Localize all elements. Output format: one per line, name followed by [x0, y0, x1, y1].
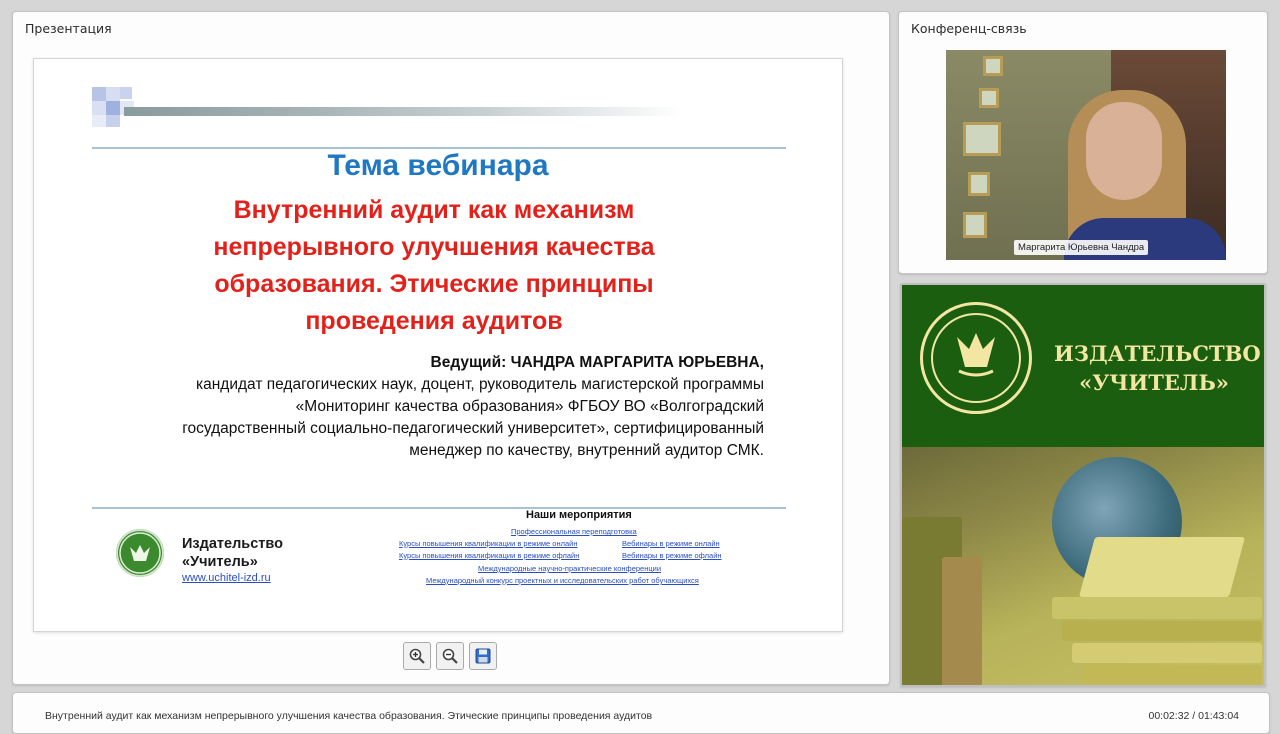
zoom-in-button[interactable]	[403, 642, 431, 670]
video-feed[interactable]: Маргарита Юрьевна Чандра	[946, 50, 1226, 260]
slide-title: Внутренний аудит как механизм непрерывно…	[213, 196, 655, 335]
zoom-out-icon	[442, 648, 458, 664]
event-link-courses-online[interactable]: Курсы повышения квалификации в режиме он…	[399, 539, 578, 548]
conference-panel: Конференц-связь Маргарита Юрьевна Чандра	[898, 11, 1268, 274]
conference-panel-title: Конференц-связь	[911, 21, 1027, 36]
presentation-panel-title: Презентация	[25, 21, 112, 36]
event-link-webinars-offline[interactable]: Вебинары в режиме офлайн	[622, 551, 722, 560]
publisher-banner-title: ИЗДАТЕЛЬСТВО «УЧИТЕЛЬ»	[1054, 341, 1261, 395]
slide-divider-bottom	[92, 507, 786, 509]
webinar-title: Внутренний аудит как механизм непрерывно…	[45, 710, 653, 722]
event-link-contest[interactable]: Международный конкурс проектных и исслед…	[426, 576, 699, 585]
publisher-emblem-icon	[920, 302, 1032, 414]
slide: Тема вебинара Внутренний аудит как механ…	[33, 58, 843, 632]
zoom-out-button[interactable]	[436, 642, 464, 670]
playback-time: 00:02:32 / 01:43:04	[1148, 710, 1240, 722]
event-link-webinars-online[interactable]: Вебинары в режиме онлайн	[622, 539, 720, 548]
participant-name-label: Маргарита Юрьевна Чандра	[1014, 240, 1149, 255]
slide-topic: Тема вебинара	[327, 149, 549, 182]
save-icon	[475, 648, 491, 664]
books-globe-image	[902, 447, 1264, 685]
event-link-prof[interactable]: Профессиональная переподготовка	[511, 527, 637, 536]
publisher-logo-icon	[116, 529, 164, 577]
event-link-conferences[interactable]: Международные научно-практические конфер…	[478, 564, 661, 573]
slide-events-title: Наши мероприятия	[526, 509, 632, 521]
presentation-panel: Презентация Тема вебинара Внутренний ауд…	[12, 11, 890, 685]
slide-publisher-name: Издательство «Учитель»	[182, 536, 283, 570]
zoom-in-icon	[409, 648, 425, 664]
event-link-courses-offline[interactable]: Курсы повышения квалификации в режиме оф…	[399, 551, 579, 560]
status-bar: Внутренний аудит как механизм непрерывно…	[12, 692, 1270, 734]
save-button[interactable]	[469, 642, 497, 670]
publisher-banner[interactable]: ИЗДАТЕЛЬСТВО «УЧИТЕЛЬ»	[900, 283, 1266, 687]
slide-publisher-url[interactable]: www.uchitel-izd.ru	[182, 572, 271, 584]
slide-presenter: Ведущий: ЧАНДРА МАРГАРИТА ЮРЬЕВНА, канди…	[182, 354, 764, 459]
